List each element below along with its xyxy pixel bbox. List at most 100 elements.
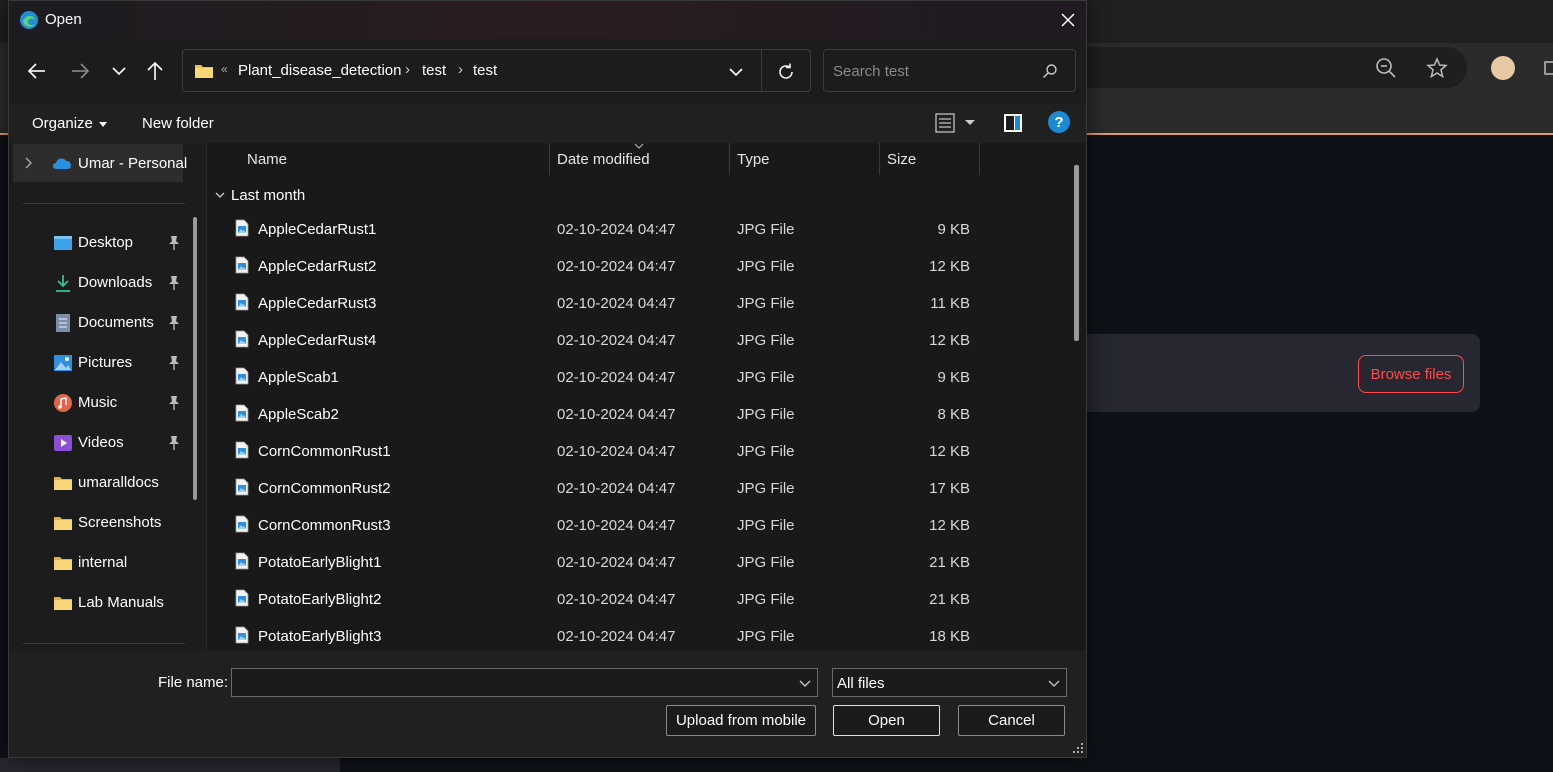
sidebar-item-pictures[interactable]: Pictures	[9, 343, 206, 383]
column-separator[interactable]	[979, 143, 980, 175]
file-type: JPG File	[737, 406, 795, 423]
pin-icon[interactable]	[167, 395, 181, 411]
column-header-type[interactable]: Type	[737, 151, 770, 168]
search-icon	[1043, 64, 1057, 78]
search-input[interactable]: Search test	[823, 49, 1076, 92]
dialog-footer	[9, 651, 1086, 757]
file-row[interactable]: AppleCedarRust1 02-10-2024 04:47 JPG File 9…	[207, 211, 1067, 248]
browse-files-button[interactable]: Browse files	[1358, 355, 1464, 393]
up-button[interactable]	[143, 59, 167, 83]
arrow-up-icon	[147, 61, 163, 80]
jpg-file-icon	[235, 552, 249, 570]
sidebar-item-desktop[interactable]: Desktop	[9, 223, 206, 263]
help-icon[interactable]: ?	[1048, 111, 1070, 133]
column-header-name[interactable]: Name	[247, 151, 287, 168]
recent-locations-button[interactable]	[107, 59, 131, 83]
pin-icon[interactable]	[167, 435, 181, 451]
column-header-size[interactable]: Size	[887, 151, 916, 168]
refresh-icon[interactable]	[776, 62, 796, 82]
sidebar-scrollbar[interactable]	[193, 217, 197, 500]
jpg-file-icon	[235, 515, 249, 533]
column-separator[interactable]	[729, 143, 730, 175]
pin-icon[interactable]	[167, 275, 181, 291]
file-type: JPG File	[737, 295, 795, 312]
resize-grip-icon[interactable]	[1072, 742, 1084, 754]
forward-button[interactable]	[68, 59, 92, 83]
file-row[interactable]: PotatoEarlyBlight1 02-10-2024 04:47 JPG Fi…	[207, 544, 1067, 581]
favorite-star-icon[interactable]	[1425, 56, 1449, 80]
file-size: 17 KB	[929, 480, 970, 497]
extensions-icon[interactable]	[1543, 58, 1553, 78]
sidebar-item-videos[interactable]: Videos	[9, 423, 206, 463]
file-name: PotatoEarlyBlight1	[258, 554, 382, 571]
open-button[interactable]: Open	[833, 705, 940, 736]
sidebar-item-screenshots[interactable]: Screenshots	[9, 503, 206, 543]
sidebar-item-label: Videos	[78, 434, 124, 451]
chevron-down-icon[interactable]	[728, 64, 744, 80]
close-icon	[1061, 13, 1075, 27]
jpg-file-icon	[235, 404, 249, 422]
sidebar-item-lab-manuals[interactable]: Lab Manuals	[9, 583, 206, 623]
pin-icon[interactable]	[167, 315, 181, 331]
chevron-down-icon[interactable]	[799, 677, 811, 689]
file-row[interactable]: AppleScab1 02-10-2024 04:47 JPG File 9 KB	[207, 359, 1067, 396]
file-name-input[interactable]	[231, 668, 818, 697]
organize-menu[interactable]: Organize	[32, 115, 107, 132]
zoom-out-icon[interactable]	[1374, 56, 1398, 80]
file-row[interactable]: AppleCedarRust3 02-10-2024 04:47 JPG File 1…	[207, 285, 1067, 322]
pin-icon[interactable]	[167, 355, 181, 371]
file-row[interactable]: PotatoEarlyBlight3 02-10-2024 04:47 JPG Fi…	[207, 618, 1067, 651]
breadcrumb-item[interactable]: test	[473, 62, 497, 79]
browser-address-bar[interactable]	[1060, 47, 1467, 88]
chevron-right-icon[interactable]	[25, 157, 33, 169]
breadcrumb-item[interactable]: Plant_disease_detection	[238, 62, 401, 79]
preview-pane-icon[interactable]	[1002, 112, 1024, 134]
chevron-down-icon	[112, 67, 126, 76]
upload-from-mobile-button[interactable]: Upload from mobile	[666, 705, 816, 736]
address-bar[interactable]: « Plant_disease_detection › test › test	[182, 49, 811, 92]
file-type: JPG File	[737, 443, 795, 460]
column-separator[interactable]	[879, 143, 880, 175]
file-row[interactable]: CornCommonRust3 02-10-2024 04:47 JPG File 1…	[207, 507, 1067, 544]
file-type: JPG File	[737, 554, 795, 571]
breadcrumb-separator-icon[interactable]: ›	[458, 61, 463, 78]
breadcrumb-item[interactable]: test	[422, 62, 446, 79]
file-row[interactable]: AppleScab2 02-10-2024 04:47 JPG File 8 KB	[207, 396, 1067, 433]
pin-icon[interactable]	[167, 235, 181, 251]
column-header-date[interactable]: Date modified	[557, 151, 650, 168]
file-type: JPG File	[737, 369, 795, 386]
file-type: JPG File	[737, 628, 795, 645]
folder-icon	[195, 65, 213, 78]
sidebar-item-downloads[interactable]: Downloads	[9, 263, 206, 303]
sidebar-item-music[interactable]: Music	[9, 383, 206, 423]
file-type-filter-select[interactable]: All files	[832, 668, 1067, 697]
sidebar-item-label: Music	[78, 394, 118, 411]
back-button[interactable]	[25, 59, 49, 83]
close-button[interactable]	[1053, 5, 1083, 35]
breadcrumb-separator-icon[interactable]: ›	[405, 61, 410, 78]
cancel-button[interactable]: Cancel	[958, 705, 1065, 736]
file-row[interactable]: PotatoEarlyBlight2 02-10-2024 04:47 JPG Fi…	[207, 581, 1067, 618]
view-options-caret-icon[interactable]	[965, 120, 975, 125]
sidebar-item-internal[interactable]: internal	[9, 543, 206, 583]
column-separator[interactable]	[549, 143, 550, 175]
dialog-title: Open	[45, 11, 82, 28]
group-header[interactable]: Last month	[215, 187, 305, 204]
sidebar-item-onedrive[interactable]: Umar - Personal	[13, 144, 187, 182]
file-row[interactable]: CornCommonRust1 02-10-2024 04:47 JPG File 1…	[207, 433, 1067, 470]
new-folder-button[interactable]: New folder	[142, 115, 214, 132]
profile-avatar[interactable]	[1491, 56, 1515, 80]
file-row[interactable]: AppleCedarRust4 02-10-2024 04:47 JPG File 1…	[207, 322, 1067, 359]
jpg-file-icon	[235, 219, 249, 237]
file-row[interactable]: AppleCedarRust2 02-10-2024 04:47 JPG File 1…	[207, 248, 1067, 285]
file-date: 02-10-2024 04:47	[557, 295, 676, 312]
file-size: 18 KB	[929, 628, 970, 645]
file-list-scrollbar[interactable]	[1074, 165, 1079, 341]
view-details-icon[interactable]	[934, 112, 956, 134]
sidebar-item-umaralldocs[interactable]: umaralldocs	[9, 463, 206, 503]
music-icon	[54, 394, 72, 412]
sidebar-item-documents[interactable]: Documents	[9, 303, 206, 343]
file-row[interactable]: CornCommonRust2 02-10-2024 04:47 JPG File 1…	[207, 470, 1067, 507]
sidebar-item-label: Screenshots	[78, 514, 162, 531]
file-type: JPG File	[737, 258, 795, 275]
